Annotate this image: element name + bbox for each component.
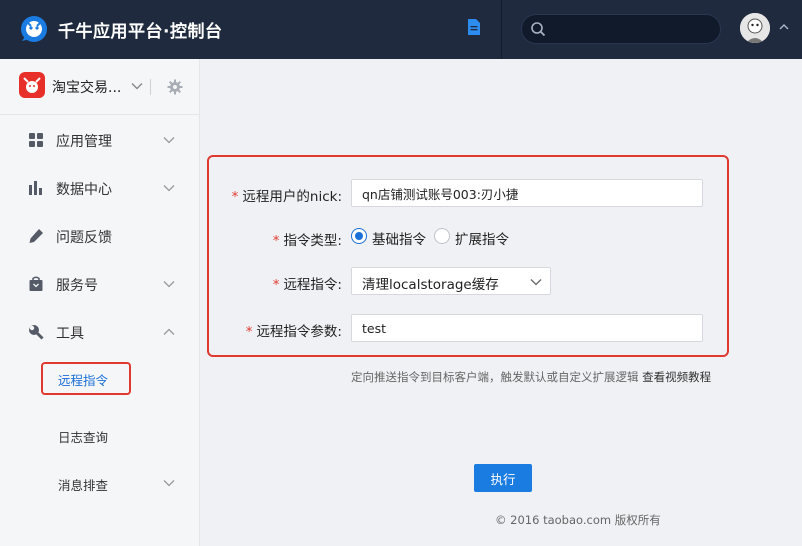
sidebar-subitem-message-check[interactable]: 消息排查	[0, 463, 200, 503]
shop-name[interactable]: 淘宝交易...	[52, 77, 121, 97]
command-params-label: * 远程指令参数:	[245, 324, 342, 340]
chevron-down-icon[interactable]	[131, 82, 143, 90]
select-value: 清理localstorage缓存	[362, 277, 499, 293]
sidebar-item-app-management[interactable]: 应用管理	[0, 116, 200, 164]
app-title: 千牛应用平台·控制台	[58, 22, 223, 42]
chevron-down-icon	[530, 279, 542, 286]
execute-button[interactable]: 执行	[474, 464, 532, 492]
chevron-up-icon[interactable]	[163, 328, 175, 336]
sidebar-subitem-label: 日志查询	[58, 430, 109, 445]
sidebar-subitem-log-query[interactable]: 日志查询	[0, 415, 200, 455]
document-icon[interactable]	[466, 18, 482, 36]
radio-extended-label[interactable]: 扩展指令	[455, 228, 509, 248]
sidebar-item-label: 工具	[56, 326, 84, 342]
required-mark: *	[231, 189, 239, 205]
shop-divider	[150, 79, 151, 95]
sidebar-item-service-account[interactable]: 服务号	[0, 260, 200, 308]
user-avatar[interactable]	[740, 13, 770, 43]
radio-basic-label[interactable]: 基础指令	[372, 228, 426, 248]
copyright: © 2016 taobao.com 版权所有	[495, 513, 661, 527]
sidebar: 淘宝交易... 应用管理 数据中心 问题反馈 服务号 工具 日志查询 消息排查	[0, 59, 200, 546]
search-icon	[531, 22, 546, 37]
required-mark: *	[272, 277, 280, 293]
video-tutorial-link[interactable]: 查看视频教程	[642, 370, 711, 384]
sidebar-subitem-label-active[interactable]: 远程指令	[58, 370, 108, 389]
shop-selector[interactable]: 淘宝交易...	[0, 59, 200, 115]
remote-command-label: * 远程指令:	[272, 277, 342, 293]
chevron-down-icon[interactable]	[163, 280, 175, 288]
sidebar-item-label: 数据中心	[56, 182, 112, 198]
gear-icon[interactable]	[167, 79, 183, 95]
required-mark: *	[245, 324, 253, 340]
bag-icon	[29, 276, 43, 291]
command-params-input[interactable]	[351, 314, 703, 342]
remote-command-select[interactable]: 清理localstorage缓存	[351, 267, 551, 295]
required-mark: *	[272, 233, 280, 249]
sidebar-item-feedback[interactable]: 问题反馈	[0, 212, 200, 260]
sidebar-item-data-center[interactable]: 数据中心	[0, 164, 200, 212]
chevron-down-icon[interactable]	[163, 136, 175, 144]
sidebar-item-label: 服务号	[56, 278, 98, 294]
grid-icon	[29, 133, 43, 147]
wrench-icon	[29, 325, 44, 340]
chevron-down-icon[interactable]	[163, 184, 175, 192]
pencil-icon	[29, 229, 43, 243]
sidebar-item-label: 应用管理	[56, 134, 112, 150]
sidebar-item-tools[interactable]: 工具	[0, 308, 200, 356]
bar-chart-icon	[29, 181, 42, 195]
qianniu-logo-icon[interactable]	[18, 13, 50, 45]
nick-label: * 远程用户的nick:	[231, 189, 342, 205]
sidebar-subitem-label: 消息排查	[58, 478, 109, 493]
chevron-down-icon[interactable]	[163, 479, 175, 487]
chevron-up-icon[interactable]	[779, 23, 789, 31]
header-divider	[501, 0, 502, 59]
radio-extended-command[interactable]	[434, 228, 450, 244]
search-box[interactable]	[521, 14, 721, 44]
help-text: 定向推送指令到目标客户端，触发默认或自定义扩展逻辑 查看视频教程	[351, 370, 712, 384]
sidebar-item-label: 问题反馈	[56, 230, 112, 246]
shop-avatar	[19, 72, 45, 98]
nick-input[interactable]	[351, 179, 703, 207]
radio-basic-command[interactable]	[351, 228, 367, 244]
search-input[interactable]	[552, 19, 712, 39]
top-header: 千牛应用平台·控制台	[0, 0, 802, 59]
command-type-label: * 指令类型:	[272, 233, 342, 249]
